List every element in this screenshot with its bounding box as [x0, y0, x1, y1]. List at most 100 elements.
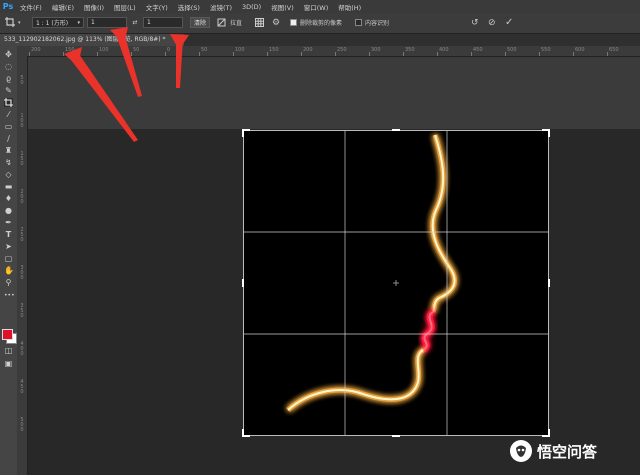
ruler-tick — [165, 52, 166, 56]
clear-button[interactable]: 清除 — [190, 17, 210, 28]
type-icon[interactable]: T — [4, 230, 13, 239]
menu-file[interactable]: 文件(F) — [16, 2, 48, 12]
crop-handle-bottom-right-v[interactable] — [548, 429, 550, 437]
crop-handle-right[interactable] — [548, 279, 550, 287]
eraser-icon[interactable]: ◇ — [4, 170, 13, 179]
menu-filter[interactable]: 滤镜(T) — [206, 2, 238, 12]
stamp-icon[interactable]: ♜ — [4, 146, 13, 155]
menu-window[interactable]: 窗口(W) — [300, 2, 335, 12]
close-tab-icon[interactable]: × — [175, 34, 180, 46]
lasso-icon[interactable]: ϱ — [4, 74, 13, 83]
swap-icon[interactable]: ⇄ — [130, 17, 140, 28]
quick-select-icon[interactable]: ✎ — [4, 86, 13, 95]
wukong-logo-icon — [510, 440, 532, 462]
horizontal-ruler[interactable]: 200 150 100 50 0 50 100 150 200 250 300 350 400 450 50… — [17, 46, 640, 57]
hand-icon[interactable]: ✋ — [4, 266, 14, 275]
content-aware-check — [355, 19, 362, 26]
ratio-select-value: 1 : 1 (方形) — [36, 20, 69, 27]
menu-layer[interactable]: 图层(L) — [110, 2, 142, 12]
healing-icon[interactable]: ▭ — [4, 122, 13, 131]
menu-select[interactable]: 选择(S) — [174, 2, 206, 12]
ruler-tick — [573, 52, 574, 56]
document-tab[interactable]: 533_112902182062.jpg @ 113% (图层预览, RGB/8… — [0, 34, 184, 46]
crop-handle-top-left-v[interactable] — [242, 129, 244, 137]
path-select-icon[interactable]: ➤ — [4, 242, 13, 251]
delete-cropped-check — [290, 19, 297, 26]
options-bar: ▾ 1 : 1 (方形) ▾ 1 ⇄ 1 清除 拉直 ⚙ 删除裁剪的像素 内容识… — [0, 13, 640, 34]
preset-dropdown-arrow[interactable]: ▾ — [18, 17, 21, 28]
crop-handle-left[interactable] — [242, 279, 244, 287]
reset-icon[interactable]: ↺ — [471, 17, 479, 28]
menu-view[interactable]: 视图(V) — [267, 2, 300, 12]
ruler-label: 350 — [405, 47, 415, 53]
ratio-select[interactable]: 1 : 1 (方形) ▾ — [32, 17, 84, 28]
delete-cropped-checkbox[interactable]: 删除裁剪的像素 — [290, 17, 342, 28]
ruler-label: 200 — [303, 47, 313, 53]
watermark-text: 悟空问答 — [537, 442, 598, 461]
blur-icon[interactable]: ♦ — [4, 194, 13, 203]
gear-icon[interactable]: ⚙ — [272, 17, 280, 28]
menu-type[interactable]: 文字(Y) — [142, 2, 174, 12]
quick-mask-icon[interactable]: ◫ — [4, 346, 13, 355]
eyedropper-icon[interactable]: ⁄ — [4, 110, 13, 119]
dodge-icon[interactable]: ● — [4, 206, 13, 215]
menu-3d[interactable]: 3D(D) — [238, 3, 267, 11]
ruler-tick — [335, 52, 336, 56]
ruler-tick — [505, 52, 506, 56]
document-tab-bar: 533_112902182062.jpg @ 113% (图层预览, RGB/8… — [0, 34, 640, 46]
zoom-icon[interactable]: ⚲ — [4, 278, 13, 287]
ruler-tick — [539, 52, 540, 56]
menu-help[interactable]: 帮助(H) — [334, 2, 367, 12]
height-field[interactable]: 1 — [143, 17, 183, 28]
foreground-color-swatch[interactable] — [2, 329, 13, 340]
height-field-value: 1 — [147, 19, 151, 26]
ruler-tick — [97, 52, 98, 56]
pen-icon[interactable]: ✒ — [4, 218, 13, 227]
ruler-label: 5 0 0 — [20, 417, 24, 433]
width-field[interactable]: 1 — [87, 17, 127, 28]
history-brush-icon[interactable]: ↯ — [4, 158, 13, 167]
crop-canvas[interactable] — [242, 129, 550, 437]
crop-handle-top-right-v[interactable] — [548, 129, 550, 137]
more-tools-icon[interactable]: ••• — [4, 291, 15, 300]
ruler-label: 550 — [541, 47, 551, 53]
marquee-icon[interactable]: ◌ — [4, 62, 13, 71]
crop-handle-bottom-left-v[interactable] — [242, 429, 244, 437]
face-profile-artwork — [243, 130, 549, 436]
crop-handle-top[interactable] — [392, 129, 400, 131]
ruler-tick — [607, 52, 608, 56]
ruler-label: 450 — [473, 47, 483, 53]
move-icon[interactable]: ✥ — [4, 50, 13, 59]
menu-edit[interactable]: 编辑(E) — [48, 2, 80, 12]
ruler-tick — [301, 52, 302, 56]
vertical-ruler[interactable]: 5 0 1 0 0 1 5 0 2 0 0 2 5 0 3 0 0 3 5 0 4 0 0 4 … — [17, 56, 28, 475]
content-aware-label: 内容识别 — [365, 20, 390, 27]
crop-handle-bottom[interactable] — [392, 435, 400, 437]
straighten-icon[interactable] — [217, 17, 226, 28]
ruler-label: 200 — [31, 47, 41, 53]
brush-icon[interactable]: ∕ — [4, 134, 13, 143]
ruler-tick — [233, 52, 234, 56]
ruler-label: 650 — [609, 47, 619, 53]
menu-image[interactable]: 图像(I) — [80, 2, 110, 12]
ruler-tick — [199, 52, 200, 56]
content-aware-checkbox[interactable]: 内容识别 — [355, 17, 389, 28]
ruler-label: 2 0 0 — [20, 189, 24, 205]
crop-tool-preset-icon[interactable] — [5, 17, 16, 28]
ruler-tick — [267, 52, 268, 56]
ruler-label: 1 0 0 — [20, 113, 24, 129]
straighten-button[interactable]: 拉直 — [230, 17, 242, 28]
grid-overlay-icon[interactable] — [255, 17, 264, 28]
cancel-icon[interactable]: ⊘ — [488, 17, 496, 28]
screen-mode-icon[interactable]: ▣ — [4, 359, 13, 368]
ruler-label: 4 0 0 — [20, 341, 24, 357]
commit-icon[interactable]: ✓ — [505, 17, 513, 28]
ruler-label: 100 — [99, 47, 109, 53]
ruler-tick — [471, 52, 472, 56]
chevron-down-icon: ▾ — [77, 19, 80, 26]
ruler-tick — [29, 52, 30, 56]
shape-icon[interactable]: ▢ — [4, 254, 13, 263]
gradient-icon[interactable]: ▬ — [4, 182, 13, 191]
crop-icon[interactable] — [4, 98, 13, 107]
ruler-label: 0 — [167, 47, 171, 53]
